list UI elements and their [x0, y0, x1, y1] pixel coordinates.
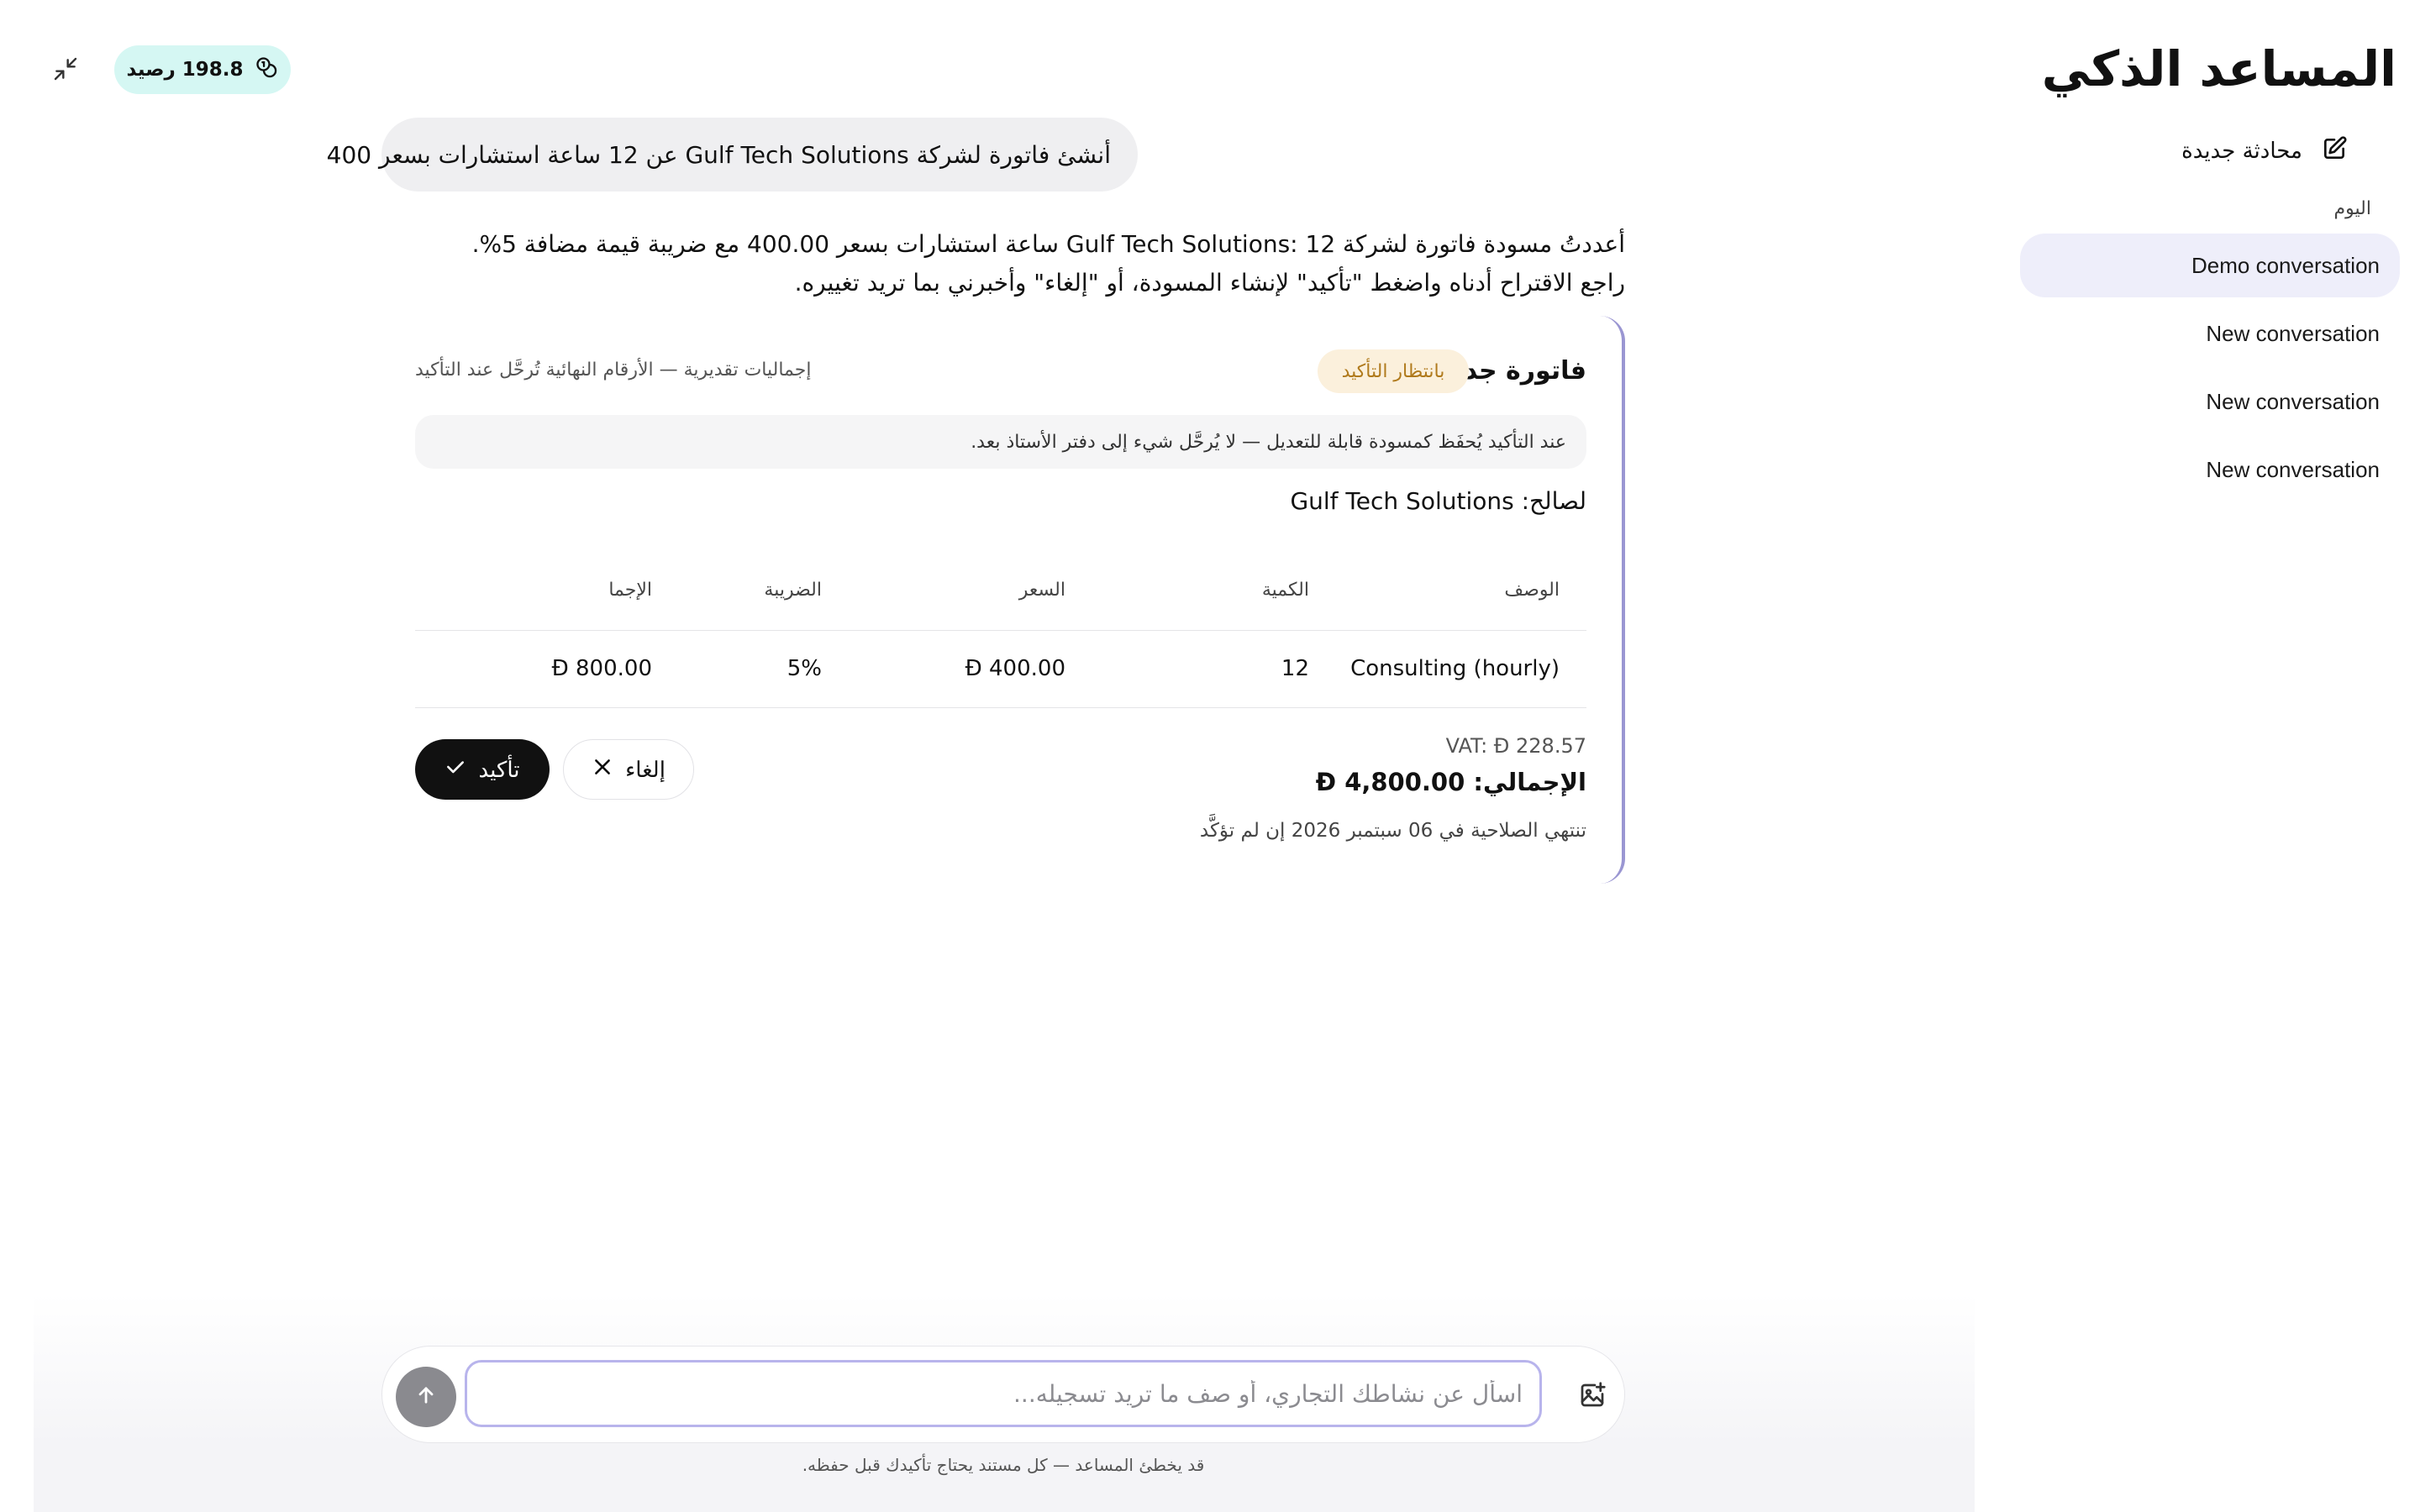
conversation-item[interactable]: New conversation [2020, 370, 2400, 433]
table-header-row: الوصف الكمية السعر الضريبة الإجما [415, 551, 1586, 631]
attach-image-icon[interactable] [1577, 1380, 1607, 1410]
table-row: Consulting (hourly) 12 Đ 400.00 5% Đ 800… [415, 630, 1586, 707]
vat-line: VAT: Đ 228.57 [1446, 734, 1586, 758]
conversation-label: New conversation [2206, 320, 2380, 346]
price-value: 400.00 [989, 656, 1065, 682]
conversation-item[interactable]: New conversation [2020, 302, 2400, 365]
draft-info-text: عند التأكيد يُحفَظ كمسودة قابلة للتعديل … [971, 431, 1566, 453]
tax-rate: 5% [786, 656, 822, 682]
cell-description: Consulting (hourly) [1309, 630, 1586, 707]
currency-symbol: Đ [551, 656, 569, 682]
cell-price: Đ 400.00 [822, 630, 1065, 707]
conversation-label: New conversation [2206, 456, 2380, 482]
estimate-note: إجماليات تقديرية — الأرقام النهائية تُرح… [415, 360, 812, 381]
cancel-button[interactable]: إلغاء [563, 739, 694, 800]
cell-quantity: 12 [1281, 656, 1309, 682]
coins-icon [255, 55, 278, 84]
chat-composer [381, 1346, 1625, 1443]
row-total-value: 800.00 [576, 656, 652, 682]
column-header-total: الإجما [415, 551, 652, 631]
conversation-item[interactable]: New conversation [2020, 438, 2400, 501]
price-amount: Đ 400.00 [965, 656, 1065, 681]
close-icon [592, 756, 613, 784]
conversation-label: Demo conversation [2191, 252, 2380, 278]
table-divider [415, 707, 1586, 708]
conversation-item-active[interactable]: Demo conversation [2020, 234, 2400, 297]
app-title: المساعد الذكي [2041, 40, 2396, 97]
total-value: 4,800.00 [1344, 768, 1465, 796]
column-header-tax: الضريبة [652, 551, 822, 631]
cell-tax: 5% [652, 630, 822, 707]
section-label-today: اليوم [2333, 198, 2371, 219]
description-text: Consulting (hourly) [1350, 656, 1560, 682]
expiry-note: تنتهي الصلاحية في 06 سبتمبر 2026 إن لم ت… [1199, 820, 1586, 842]
credits-label: 198.8 رصيد [126, 59, 244, 81]
line-items-table: الوصف الكمية السعر الضريبة الإجما Consul… [415, 551, 1586, 708]
currency-symbol: Đ [965, 656, 982, 682]
new-chat-label: محادثة جديدة [2181, 139, 2302, 164]
user-message-text: أنشئ فاتورة لشركة Gulf Tech Solutions عن… [326, 140, 1111, 169]
total-amount: Đ 4,800.00 [1316, 768, 1465, 796]
customer-line: لصالح: Gulf Tech Solutions [1290, 487, 1586, 515]
conversation-list: Demo conversation New conversation New c… [2020, 234, 2400, 506]
confirm-label: تأكيد [478, 756, 520, 782]
conversation-label: New conversation [2206, 388, 2380, 414]
cell-total: Đ 800.00 [415, 630, 652, 707]
collapse-icon[interactable] [52, 55, 79, 82]
total-label: الإجمالي: [1473, 768, 1586, 796]
assistant-message: أعددتُ مسودة فاتورة لشركة Gulf Tech Solu… [471, 230, 1625, 297]
grand-total: الإجمالي: Đ 4,800.00 [1316, 768, 1586, 796]
status-badge: بانتظار التأكيد [1318, 349, 1469, 393]
check-icon [445, 756, 466, 784]
arrow-up-icon [414, 1383, 438, 1410]
currency-symbol: Đ [1315, 768, 1337, 796]
disclaimer: قد يخطئ المساعد — كل مستند يحتاج تأكيدك … [802, 1455, 1205, 1475]
column-header-quantity: الكمية [1065, 551, 1309, 631]
vat-text: VAT: Đ 228.57 [1445, 734, 1586, 758]
confirm-button[interactable]: تأكيد [415, 739, 550, 800]
draft-info-box: عند التأكيد يُحفَظ كمسودة قابلة للتعديل … [415, 415, 1586, 469]
invoice-proposal-card: فاتورة جديدة بانتظار التأكيد إجماليات تق… [381, 316, 1625, 884]
cancel-label: إلغاء [625, 756, 666, 782]
column-header-description: الوصف [1309, 551, 1586, 631]
column-header-price: السعر [822, 551, 1065, 631]
new-chat-button[interactable]: محادثة جديدة [2181, 134, 2348, 168]
total-amount: Đ 800.00 [552, 656, 652, 681]
compose-icon [2321, 135, 2348, 168]
credits-badge[interactable]: 198.8 رصيد [114, 45, 291, 94]
user-message: أنشئ فاتورة لشركة Gulf Tech Solutions عن… [327, 118, 1138, 192]
sidebar: المساعد الذكي محادثة جديدة اليوم Demo co… [1990, 0, 2420, 1512]
chat-input[interactable] [465, 1360, 1542, 1427]
send-button[interactable] [396, 1367, 456, 1427]
